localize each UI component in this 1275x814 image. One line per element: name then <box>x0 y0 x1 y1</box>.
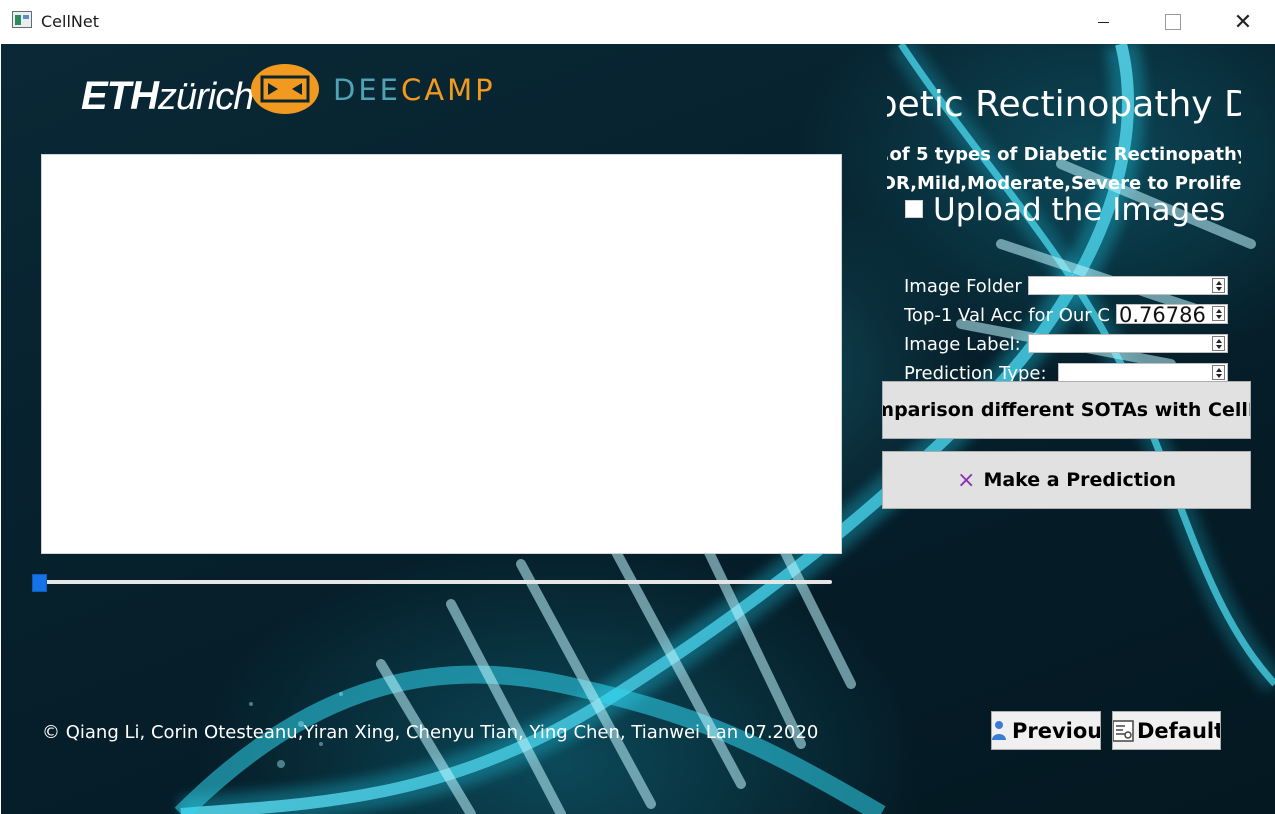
top1-accuracy-spin-arrows[interactable] <box>1212 306 1225 321</box>
image-slider-handle[interactable] <box>32 574 47 592</box>
top1-accuracy-value: 0.76786 <box>1119 303 1206 327</box>
default-label: Default <box>1137 718 1221 743</box>
prediction-type-spinbox[interactable] <box>1058 363 1228 382</box>
top1-accuracy-spinbox[interactable]: 0.76786 <box>1116 303 1228 327</box>
image-display-panel <box>41 154 842 554</box>
minimize-button[interactable] <box>1080 0 1126 44</box>
image-label-spin-arrows[interactable] <box>1212 336 1225 351</box>
dataset-title: Diabetic Rectinopathy Dataset <box>887 84 1241 125</box>
top1-accuracy-label: Top-1 Val Acc for Our C <box>904 305 1110 326</box>
deecamp-text-dee: DEE <box>333 73 401 107</box>
upload-images-label[interactable]: Upload the Images <box>933 192 1225 228</box>
previous-button[interactable]: Previous <box>991 711 1101 750</box>
upload-images-row[interactable]: Upload the Images <box>903 192 1233 232</box>
image-label-spinbox[interactable] <box>1028 334 1228 353</box>
image-label-label: Image Label: <box>904 334 1021 355</box>
deecamp-logo-text: DEECAMP <box>333 73 496 107</box>
image-slider-track[interactable] <box>40 580 832 584</box>
image-folder-label: Image Folder <box>904 276 1022 297</box>
dataset-description-line2: DR,Mild,Moderate,Severe to Proliferative <box>887 173 1241 194</box>
eth-zurich-logo: ETHzürich <box>81 74 254 119</box>
eth-logo-regular: zürich <box>158 76 254 118</box>
prediction-type-spin-arrows[interactable] <box>1212 365 1225 380</box>
document-settings-icon <box>1113 719 1134 742</box>
window-title: CellNet <box>41 12 99 31</box>
dataset-description-line1: ...of 5 types of Diabetic Rectinopathy, <box>887 144 1241 165</box>
close-button[interactable]: ✕ <box>1220 0 1266 44</box>
deecamp-text-camp: CAMP <box>400 73 496 107</box>
user-icon <box>992 720 1006 740</box>
compare-sotas-button[interactable]: Comparison different SOTAs with CellNet <box>882 381 1251 439</box>
copyright-text: © Qiang Li, Corin Otesteanu,Yiran Xing, … <box>42 722 819 743</box>
maximize-button[interactable] <box>1150 0 1196 44</box>
deecamp-logo-icon <box>251 64 319 114</box>
upload-images-checkbox[interactable] <box>905 200 923 218</box>
image-folder-spinbox[interactable] <box>1028 276 1228 295</box>
make-prediction-button[interactable]: × Make a Prediction <box>882 451 1251 509</box>
close-x-icon: × <box>957 467 976 493</box>
eth-logo-bold: ETH <box>81 74 159 118</box>
default-button[interactable]: Default <box>1112 711 1221 750</box>
make-prediction-label: Make a Prediction <box>983 469 1176 491</box>
previous-label: Previous <box>1012 718 1101 743</box>
image-folder-spin-arrows[interactable] <box>1212 278 1225 293</box>
app-icon <box>12 11 32 28</box>
compare-sotas-label: Comparison different SOTAs with CellNet <box>883 399 1250 421</box>
window-title-bar: CellNet ✕ <box>0 0 1275 44</box>
